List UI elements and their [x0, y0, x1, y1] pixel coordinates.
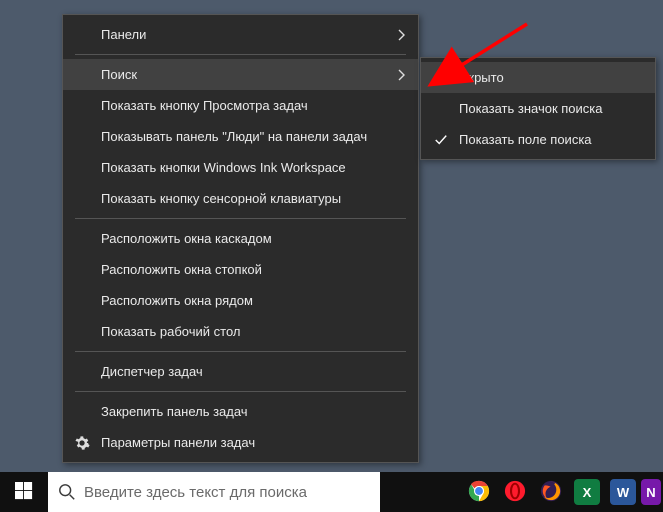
excel-icon: X [574, 479, 600, 505]
word-letter: W [617, 485, 629, 500]
menu-item-taskbar-settings[interactable]: Параметры панели задач [63, 427, 418, 458]
menu-item-label: Показывать панель "Люди" на панели задач [101, 129, 367, 144]
menu-item-label: Показать кнопку сенсорной клавиатуры [101, 191, 341, 206]
menu-separator [75, 351, 406, 352]
menu-item-cascade[interactable]: Расположить окна каскадом [63, 223, 418, 254]
menu-item-label: Показать кнопку Просмотра задач [101, 98, 308, 113]
menu-item-label: Показать рабочий стол [101, 324, 240, 339]
menu-item-touchkbd[interactable]: Показать кнопку сенсорной клавиатуры [63, 183, 418, 214]
menu-separator [75, 218, 406, 219]
annotation-arrow [435, 18, 535, 78]
menu-item-ink[interactable]: Показать кнопки Windows Ink Workspace [63, 152, 418, 183]
submenu-item-label: Показать значок поиска [459, 101, 603, 116]
menu-item-label: Расположить окна стопкой [101, 262, 262, 277]
check-icon [433, 132, 449, 148]
menu-item-stacked[interactable]: Расположить окна стопкой [63, 254, 418, 285]
gear-icon [73, 434, 91, 452]
menu-item-taskview[interactable]: Показать кнопку Просмотра задач [63, 90, 418, 121]
taskbar-tray: X W N [461, 472, 663, 512]
opera-icon [504, 480, 526, 505]
tray-icon-opera[interactable] [497, 472, 533, 512]
tray-icon-word[interactable]: W [605, 472, 641, 512]
menu-item-label: Расположить окна рядом [101, 293, 253, 308]
menu-item-people[interactable]: Показывать панель "Люди" на панели задач [63, 121, 418, 152]
chevron-right-icon [398, 28, 406, 42]
menu-item-label: Расположить окна каскадом [101, 231, 272, 246]
menu-item-lock-taskbar[interactable]: Закрепить панель задач [63, 396, 418, 427]
taskbar: Введите здесь текст для поиска [0, 472, 663, 512]
submenu-item-show-field[interactable]: Показать поле поиска [421, 124, 655, 155]
menu-item-panels[interactable]: Панели [63, 19, 418, 50]
taskbar-search-box[interactable]: Введите здесь текст для поиска [48, 472, 380, 512]
submenu-item-show-icon[interactable]: Показать значок поиска [421, 93, 655, 124]
menu-item-label: Панели [101, 27, 146, 42]
search-icon [58, 483, 76, 501]
tray-icon-firefox[interactable] [533, 472, 569, 512]
menu-separator [75, 391, 406, 392]
menu-item-label: Показать кнопки Windows Ink Workspace [101, 160, 346, 175]
menu-item-label: Параметры панели задач [101, 435, 255, 450]
windows-logo-icon [15, 482, 33, 503]
menu-item-label: Диспетчер задач [101, 364, 203, 379]
menu-item-show-desktop[interactable]: Показать рабочий стол [63, 316, 418, 347]
menu-item-task-manager[interactable]: Диспетчер задач [63, 356, 418, 387]
tray-icon-chrome[interactable] [461, 472, 497, 512]
tray-icon-onenote[interactable]: N [641, 472, 663, 512]
menu-item-sidebyside[interactable]: Расположить окна рядом [63, 285, 418, 316]
onenote-letter: N [646, 485, 655, 500]
menu-separator [75, 54, 406, 55]
taskbar-spacer [380, 472, 461, 512]
chevron-right-icon [398, 68, 406, 82]
menu-item-search[interactable]: Поиск [63, 59, 418, 90]
onenote-icon: N [641, 479, 661, 505]
tray-icon-excel[interactable]: X [569, 472, 605, 512]
submenu-item-label: Показать поле поиска [459, 132, 592, 147]
menu-item-label: Поиск [101, 67, 137, 82]
taskbar-context-menu: Панели Поиск Показать кнопку Просмотра з… [62, 14, 419, 463]
excel-letter: X [583, 485, 592, 500]
search-placeholder: Введите здесь текст для поиска [84, 484, 307, 501]
firefox-icon [540, 480, 562, 505]
word-icon: W [610, 479, 636, 505]
start-button[interactable] [0, 472, 48, 512]
menu-item-label: Закрепить панель задач [101, 404, 248, 419]
chrome-icon [468, 480, 490, 505]
